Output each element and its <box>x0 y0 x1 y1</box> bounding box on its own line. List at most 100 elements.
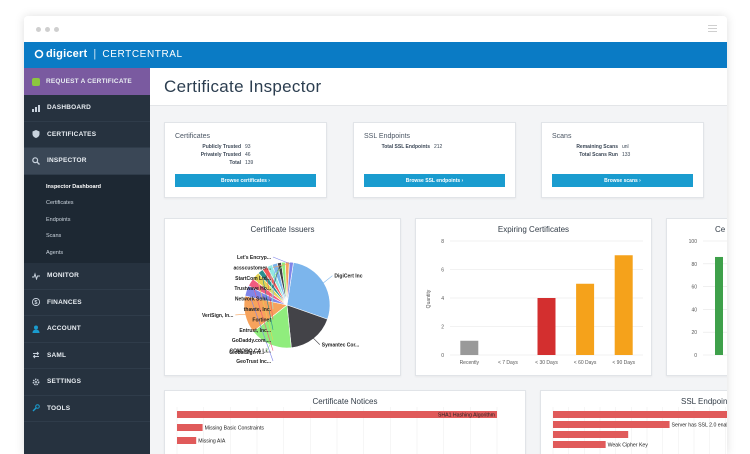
x-tick-label: < 30 Days <box>535 360 558 366</box>
sidebar-item-settings[interactable]: SETTINGS <box>24 369 150 396</box>
summary-row: Publicly Trusted 93 <box>165 144 326 150</box>
row-value: 212 <box>434 144 443 150</box>
row-value: 93 <box>245 144 251 150</box>
y-tick-label: 8 <box>441 239 444 245</box>
pie-label: Entrust, Inc... <box>239 328 271 334</box>
inspector-subnav: Inspector Dashboard Certificates Endpoin… <box>24 174 150 263</box>
pie-label: Symantec Cor... <box>322 343 360 349</box>
x-tick-label: < 7 Days <box>498 360 518 366</box>
bar[interactable] <box>537 298 556 355</box>
sidebar-item-label: MONITOR <box>47 272 79 280</box>
window-titlebar <box>24 16 727 42</box>
pie-label: Let's Encryp... <box>237 255 272 261</box>
request-certificate-button[interactable]: REQUEST A CERTIFICATE <box>24 68 150 95</box>
bar-chart-icon <box>32 104 40 112</box>
swap-icon <box>32 351 40 359</box>
sidebar-item-label: CERTIFICATES <box>47 130 97 138</box>
bar[interactable] <box>715 256 723 355</box>
bar[interactable] <box>553 411 727 418</box>
y-tick-label: 20 <box>691 330 697 336</box>
bar-label: Missing AIA <box>198 439 226 445</box>
card-title: SSL Endpoints <box>364 133 411 140</box>
card-title: Scans <box>552 133 572 140</box>
pie-leader-line <box>321 275 333 285</box>
bar[interactable] <box>576 283 595 355</box>
sidebar-item-label: ACCOUNT <box>47 325 81 333</box>
bar[interactable] <box>460 340 479 355</box>
brand-name: digicert <box>46 48 88 60</box>
sidebar-item-inspector[interactable]: INSPECTOR <box>24 148 150 175</box>
y-tick-label: 0 <box>441 353 444 359</box>
bar[interactable] <box>553 431 629 438</box>
sidebar-item-tools[interactable]: TOOLS <box>24 396 150 422</box>
ssl-endpoints-summary-card: SSL Endpoints Total SSL Endpoints 212 Bro… <box>353 122 516 198</box>
app-header: digicert | CERTCENTRAL <box>24 42 727 68</box>
sidebar-item-certificates[interactable]: CERTIFICATES <box>24 122 150 148</box>
subnav-inspector-dashboard[interactable]: Inspector Dashboard <box>24 179 150 196</box>
bar-label: Server has SSL 2.0 enabled <box>672 423 727 429</box>
magnifier-icon <box>32 156 40 165</box>
bar-label: SHA1 Hashing Algorithm <box>438 413 495 419</box>
subnav-scans[interactable]: Scans <box>24 228 150 245</box>
chart-title: SSL Endpoin <box>681 397 727 406</box>
summary-row: Total Scans Run 133 <box>542 152 703 158</box>
sidebar-item-dashboard[interactable]: DASHBOARD <box>24 95 150 122</box>
third-bar-chart: 0 20 40 60 80 100 <box>689 239 727 359</box>
page-title: Certificate Inspector <box>150 68 727 106</box>
expiring-certificates-card: Expiring Certificates 0 2 4 6 8 Quantity Recen… <box>415 218 652 376</box>
sidebar-item-monitor[interactable]: MONITOR <box>24 263 150 290</box>
brand-logo[interactable]: digicert | CERTCENTRAL <box>34 48 183 60</box>
summary-row: Remaining Scans unl <box>542 144 703 150</box>
bar-label: Missing Basic Constraints <box>205 426 265 432</box>
bar[interactable] <box>614 255 633 355</box>
y-tick-label: 4 <box>441 296 444 302</box>
scans-summary-card: Scans Remaining Scans unl Total Scans Run… <box>541 122 704 198</box>
certificate-issuers-card: Certificate Issuers DigiCert Inc Symantec… <box>164 218 401 376</box>
brand-separator: | <box>93 48 97 60</box>
summary-row: Total 139 <box>165 160 326 166</box>
row-value: 46 <box>245 152 251 158</box>
pie-leader-line <box>312 337 320 345</box>
y-axis-label: Quantity <box>426 289 432 308</box>
window-controls[interactable] <box>36 27 59 32</box>
dollar-icon: $ <box>32 298 40 307</box>
certificate-notices-card: Certificate Notices SHA1 Hashing Algorit… <box>164 390 526 454</box>
bar[interactable] <box>177 424 203 431</box>
sidebar-item-saml[interactable]: SAML <box>24 343 150 369</box>
expiring-certificates-bar-chart: 0 2 4 6 8 Quantity Recently < 7 Days < 30 Days < … <box>426 239 643 366</box>
browse-ssl-endpoints-button[interactable]: Browse SSL endpoints › <box>364 174 505 187</box>
bar[interactable] <box>553 421 670 428</box>
digicert-logo-icon <box>34 49 44 59</box>
row-value: 139 <box>245 160 254 166</box>
sidebar-item-label: INSPECTOR <box>47 157 87 165</box>
sidebar-item-label: SETTINGS <box>47 378 82 386</box>
pie-label: Fortinet <box>252 317 271 323</box>
certificate-notices-bar-chart: SHA1 Hashing Algorithm Missing Basic Cons… <box>176 407 498 454</box>
pie-label: Network Solu... <box>235 297 272 303</box>
pie-label: COMODO CA Li... <box>230 349 272 355</box>
row-value: 133 <box>622 152 631 158</box>
subnav-agents[interactable]: Agents <box>24 245 150 262</box>
product-name: CERTCENTRAL <box>102 48 183 60</box>
subnav-certificates[interactable]: Certificates <box>24 195 150 212</box>
row-label: Total Scans Run <box>579 152 618 158</box>
bar[interactable] <box>553 441 606 448</box>
sidebar-item-label: FINANCES <box>47 298 82 306</box>
sidebar-item-finances[interactable]: $ FINANCES <box>24 290 150 316</box>
pie-label: acsscustomer... <box>233 265 271 271</box>
main-content: Certificate Inspector Certificates Publi… <box>150 68 727 454</box>
certificate-issuers-pie-chart: DigiCert IncSymantec Cor...GlobalSign n.… <box>202 255 363 365</box>
pulse-icon <box>32 272 40 280</box>
pie-label: Trustwave Ho... <box>234 286 271 292</box>
subnav-endpoints[interactable]: Endpoints <box>24 212 150 229</box>
browser-window: digicert | CERTCENTRAL REQUEST A CERTIFI… <box>24 16 727 454</box>
y-tick-label: 6 <box>441 268 444 274</box>
svg-text:$: $ <box>34 300 37 306</box>
browse-certificates-button[interactable]: Browse certificates › <box>175 174 316 187</box>
x-tick-label: Recently <box>460 360 480 366</box>
browse-scans-button[interactable]: Browse scans › <box>552 174 693 187</box>
bar[interactable] <box>177 437 197 444</box>
sidebar-item-label: TOOLS <box>47 404 71 412</box>
sidebar-item-account[interactable]: ACCOUNT <box>24 316 150 343</box>
hamburger-icon[interactable] <box>708 25 717 34</box>
